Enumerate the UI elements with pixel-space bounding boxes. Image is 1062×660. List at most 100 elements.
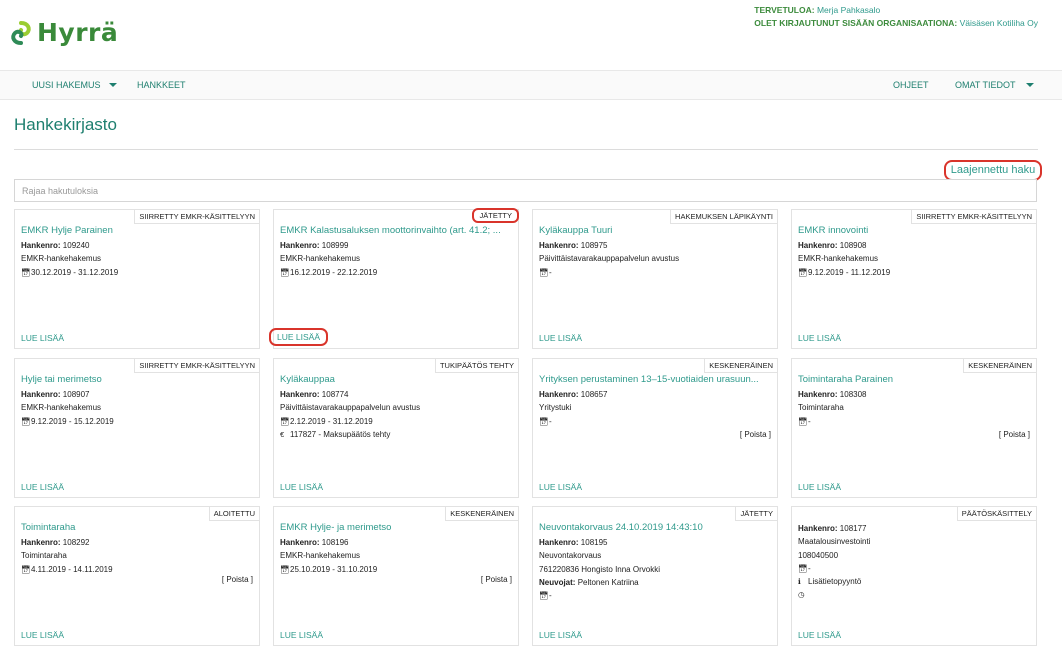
date-range: 📅︎4.11.2019 - 14.11.2019 — [21, 563, 253, 576]
read-more-link[interactable]: LUE LISÄÄ — [280, 482, 323, 492]
read-more-link[interactable]: LUE LISÄÄ — [798, 630, 841, 640]
read-more-link[interactable]: LUE LISÄÄ — [21, 630, 64, 640]
card-title-link[interactable]: Kyläkauppa Tuuri — [539, 225, 771, 236]
org-label: OLET KIRJAUTUNUT SISÄÄN ORGANISAATIONA: — [754, 18, 958, 28]
delete-link[interactable]: [ Poista ] — [999, 430, 1030, 439]
project-card[interactable]: SIIRRETTY EMKR-KÄSITTELYYN EMKR innovoint… — [791, 209, 1037, 349]
nav-projects-label: HANKKEET — [137, 80, 186, 90]
card-body: EMKR innovointi Hankenro: 108908 EMKR-hank… — [798, 225, 1030, 279]
date-range: 📅︎2.12.2019 - 31.12.2019 — [280, 415, 512, 428]
project-number: Hankenro: 108975 — [539, 239, 771, 252]
read-more-link[interactable]: LUE LISÄÄ — [539, 482, 582, 492]
logo-swirl-icon — [11, 20, 31, 45]
card-detail-line: Toimintaraha — [21, 551, 67, 561]
card-body: Hylje tai merimetso Hankenro: 108907 EMKR-… — [21, 374, 253, 428]
nav-projects[interactable]: HANKKEET — [137, 80, 186, 90]
card-detail-line: Maatalousinvestointi — [798, 537, 871, 547]
project-number-value: 108308 — [839, 390, 867, 399]
read-more-link[interactable]: LUE LISÄÄ — [798, 333, 841, 343]
calendar-icon: 📅︎ — [21, 267, 31, 277]
read-more-link[interactable]: LUE LISÄÄ — [21, 333, 64, 343]
project-number: Hankenro: 108195 — [539, 536, 771, 549]
info-icon: ℹ — [798, 577, 801, 587]
project-card[interactable]: TUKIPÄÄTÖS TEHTY Kyläkauppaa Hankenro: 108… — [273, 358, 519, 498]
calendar-icon: 📅︎ — [539, 591, 549, 601]
project-number-label: Hankenro: — [798, 524, 838, 533]
date-range: 📅︎- — [798, 562, 1030, 575]
card-title-link[interactable]: EMKR Hylje- ja merimetso — [280, 522, 512, 533]
card-title-link[interactable]: EMKR Hylje Parainen — [21, 225, 253, 236]
nav-new-application[interactable]: UUSI HAKEMUS — [32, 80, 117, 90]
project-card[interactable]: KESKENERÄINEN Toimintaraha Parainen Hanken… — [791, 358, 1037, 498]
project-number-value: 108196 — [321, 538, 349, 547]
project-card[interactable]: SIIRRETTY EMKR-KÄSITTELYYN EMKR Hylje Par… — [14, 209, 260, 349]
read-more-link[interactable]: LUE LISÄÄ — [798, 482, 841, 492]
card-body: Yrityksen perustaminen 13–15-vuotiaiden … — [539, 374, 771, 428]
date-range-value: - — [549, 416, 552, 426]
chevron-down-icon — [108, 83, 117, 87]
date-range-value: - — [549, 267, 552, 277]
date-range: 📅︎- — [539, 589, 771, 602]
calendar-icon: 📅︎ — [798, 267, 808, 277]
nav-my-info[interactable]: OMAT TIEDOT — [955, 80, 1034, 90]
date-range-value: 16.12.2019 - 22.12.2019 — [290, 267, 378, 277]
status-badge: SIIRRETTY EMKR-KÄSITTELYYN — [134, 210, 259, 224]
calendar-icon: 📅︎ — [21, 416, 31, 426]
project-number: Hankenro: 108907 — [21, 388, 253, 401]
card-body: Toimintaraha Hankenro: 108292 Toimintaraha… — [21, 522, 253, 576]
main-navbar: UUSI HAKEMUS HANKKEET OHJEET OMAT TIEDOT — [0, 70, 1062, 100]
card-title-link[interactable]: Neuvontakorvaus 24.10.2019 14:43:10 — [539, 522, 771, 533]
card-title-link[interactable]: EMKR innovointi — [798, 225, 1030, 236]
advisors-label: Neuvojat: — [539, 577, 576, 587]
card-detail-line: Päivittäistavarakauppapalvelun avustus — [280, 403, 421, 413]
read-more-link[interactable]: LUE LISÄÄ — [21, 482, 64, 492]
project-card[interactable]: PÄÄTÖSKÄSITTELY Hankenro: 108177 Maatalous… — [791, 506, 1037, 646]
calendar-icon: 📅︎ — [21, 564, 31, 574]
date-range: 📅︎30.12.2019 - 31.12.2019 — [21, 266, 253, 279]
project-card[interactable]: JÄTETTY EMKR Kalastusaluksen moottorinvai… — [269, 208, 519, 349]
date-range-value: 25.10.2019 - 31.10.2019 — [290, 564, 378, 574]
card-title-link[interactable]: Toimintaraha — [21, 522, 253, 533]
advanced-search-link[interactable]: Laajennettu haku — [944, 160, 1042, 181]
project-number-value: 108177 — [839, 524, 867, 533]
project-card[interactable]: ALOITETTU Toimintaraha Hankenro: 108292 Toi… — [14, 506, 260, 646]
read-more-link[interactable]: LUE LISÄÄ — [539, 333, 582, 343]
project-card[interactable]: JÄTETTY Neuvontakorvaus 24.10.2019 14:43:… — [532, 506, 778, 646]
welcome-label: TERVETULOA: — [754, 5, 815, 15]
project-card[interactable]: HAKEMUKSEN LÄPIKÄYNTI Kyläkauppa Tuuri Han… — [532, 209, 778, 349]
date-range-value: 2.12.2019 - 31.12.2019 — [290, 416, 373, 426]
page-title: Hankekirjasto — [14, 115, 117, 134]
card-title-link[interactable]: EMKR Kalastusaluksen moottorinvaihto (ar… — [280, 225, 512, 236]
delete-link[interactable]: [ Poista ] — [740, 430, 771, 439]
project-number: Hankenro: 108657 — [539, 388, 771, 401]
read-more-link[interactable]: LUE LISÄÄ — [539, 630, 582, 640]
project-card[interactable]: SIIRRETTY EMKR-KÄSITTELYYN Hylje tai meri… — [14, 358, 260, 498]
read-more-link[interactable]: LUE LISÄÄ — [269, 328, 328, 346]
project-card[interactable]: KESKENERÄINEN Yrityksen perustaminen 13–1… — [532, 358, 778, 498]
project-card[interactable]: KESKENERÄINEN EMKR Hylje- ja merimetso Han… — [273, 506, 519, 646]
date-range-value: - — [808, 416, 811, 426]
calendar-icon: 📅︎ — [280, 267, 290, 277]
project-number-value: 109240 — [62, 241, 90, 250]
advisors-value: Peltonen Katriina — [577, 577, 639, 587]
project-number-value: 108999 — [321, 241, 349, 250]
card-title-link[interactable]: Toimintaraha Parainen — [798, 374, 1030, 385]
delete-link[interactable]: [ Poista ] — [222, 575, 253, 584]
date-range-value: 9.12.2019 - 11.12.2019 — [808, 267, 891, 277]
project-number-value: 108908 — [839, 241, 867, 250]
nav-help[interactable]: OHJEET — [893, 80, 929, 90]
card-detail-line: Yritystuki — [539, 403, 572, 413]
date-range-value: - — [549, 591, 552, 601]
project-number-label: Hankenro: — [798, 390, 838, 399]
hyrra-logo[interactable]: Hyrrä — [8, 18, 118, 47]
card-title-link[interactable]: Hylje tai merimetso — [21, 374, 253, 385]
delete-link[interactable]: [ Poista ] — [481, 575, 512, 584]
card-title-link[interactable]: Kyläkauppaa — [280, 374, 512, 385]
date-range-value: 30.12.2019 - 31.12.2019 — [31, 267, 119, 277]
project-number: Hankenro: 109240 — [21, 239, 253, 252]
date-range: 📅︎- — [539, 266, 771, 279]
project-number: Hankenro: 108999 — [280, 239, 512, 252]
card-title-link[interactable]: Yrityksen perustaminen 13–15-vuotiaiden … — [539, 374, 771, 385]
filter-search-input[interactable] — [14, 179, 1037, 202]
read-more-link[interactable]: LUE LISÄÄ — [280, 630, 323, 640]
